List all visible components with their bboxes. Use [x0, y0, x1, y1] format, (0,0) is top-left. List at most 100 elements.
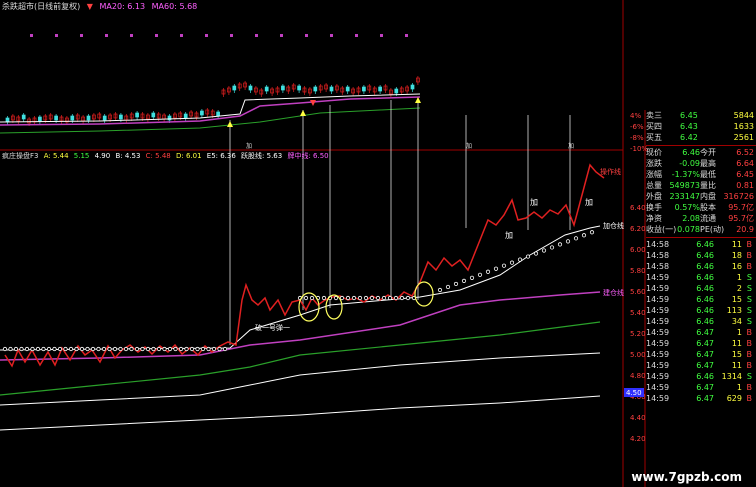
operator-dot	[357, 295, 363, 301]
price-scale-label: 5.80	[630, 267, 646, 275]
price-scale-label: 6.20	[630, 225, 646, 233]
top-scale-label: 4%	[630, 112, 641, 120]
stat-label: 内盘	[700, 192, 716, 201]
tick-volume: 2	[736, 284, 742, 293]
candle-body	[313, 86, 318, 92]
candle-body	[378, 86, 382, 92]
legend-mid: 牌中线: 6.50	[287, 152, 329, 160]
tick-price: 6.46	[696, 284, 714, 293]
top-scale-label: -8%	[630, 134, 644, 142]
candle-body	[394, 88, 399, 94]
tick-price: 6.47	[696, 328, 714, 337]
tick-price: 6.46	[696, 262, 714, 271]
candle-body	[5, 117, 10, 123]
tick-time: 14:58	[646, 251, 670, 260]
operator-dot	[24, 346, 30, 352]
tick-row: 14:59 6.46 1 S	[646, 272, 756, 283]
operator-dot	[321, 295, 327, 301]
tick-price: 6.47	[696, 383, 714, 392]
tick-side: B	[746, 328, 753, 337]
stat-value: 233147	[669, 192, 700, 201]
highlight-circle	[298, 292, 320, 322]
operator-dot	[189, 346, 195, 352]
operator-dot	[485, 269, 491, 274]
indicator-arrow-icon: ▼	[86, 2, 93, 11]
tick-volume: 11	[731, 361, 742, 370]
stat-value: 316726	[723, 192, 754, 201]
marker-top-2: 加	[466, 142, 472, 150]
tick-volume: 113	[726, 306, 742, 315]
tick-price: 6.47	[696, 350, 714, 359]
tick-time: 14:59	[646, 394, 670, 403]
add-position-line-label: 加仓线	[603, 221, 624, 230]
legend-d: D: 6.01	[175, 152, 202, 160]
tick-row: 14:59 6.46 113 S	[646, 305, 756, 316]
tick-time: 14:58	[646, 262, 670, 271]
stat-label: 总量	[646, 181, 662, 190]
tick-volume: 15	[731, 350, 742, 359]
mid-indicator-name: 疯庄操盘F3	[2, 152, 39, 160]
stat-label: 量比	[700, 181, 716, 190]
operator-dot	[112, 346, 118, 352]
tick-side: S	[746, 372, 752, 381]
price-highlight-label: 4.50	[626, 389, 642, 397]
tick-price: 6.46	[696, 306, 714, 315]
tick-time: 14:59	[646, 383, 670, 392]
signal-dot	[105, 34, 108, 37]
signal-dot	[330, 34, 333, 37]
stat-row: 外盘 233147 内盘 316726	[646, 191, 756, 202]
tick-volume: 11	[731, 240, 742, 249]
operator-dot	[517, 257, 523, 262]
tick-side: B	[746, 361, 753, 370]
operator-dot	[156, 346, 162, 352]
stat-value: 6.52	[736, 148, 754, 157]
operator-dot	[309, 295, 315, 301]
stat-label: 现价	[646, 148, 662, 157]
price-scale-label: 5.00	[630, 351, 646, 359]
candle-body	[329, 86, 334, 92]
legend-a2: 5.15	[73, 152, 90, 160]
operator-dot	[303, 295, 309, 301]
tick-row: 14:59 6.47 11 B	[646, 338, 756, 349]
operator-dot	[85, 346, 90, 352]
price-scale-label: 5.60	[630, 288, 646, 296]
stat-label: 换手	[646, 203, 662, 212]
order-book-row: 卖三 6.45 5844	[646, 110, 756, 121]
operator-dot	[541, 248, 547, 253]
operator-dot	[333, 295, 339, 301]
buy-arrow-icon	[415, 97, 421, 103]
operator-dot	[217, 346, 222, 352]
tick-row: 14:58 6.46 11 B	[646, 239, 756, 250]
tick-side: B	[746, 383, 753, 392]
tick-row: 14:58 6.46 18 B	[646, 250, 756, 261]
ask-volume: 5844	[733, 111, 754, 120]
candle-body	[410, 84, 415, 90]
candle-body	[362, 86, 366, 92]
chart-canvas[interactable]: 4%-6%-8%-10% 6.406.206.005.805.605.405.2…	[0, 0, 756, 487]
operator-dot	[41, 346, 46, 352]
signal-dot	[355, 34, 358, 37]
marker-top-1: 加	[246, 142, 252, 150]
tick-volume: 11	[731, 339, 742, 348]
signal-dot	[130, 34, 133, 37]
candle-body	[183, 113, 188, 119]
tick-time: 14:59	[646, 328, 670, 337]
operator-dot	[381, 295, 387, 301]
stat-value: 6.45	[736, 170, 754, 179]
watermark: www.7gpzb.com	[631, 470, 742, 484]
tick-volume: 629	[726, 394, 742, 403]
top-signal-dots	[30, 34, 408, 37]
tick-time: 14:59	[646, 361, 670, 370]
quote-stats: 现价 6.46 今开 6.52 涨跌 -0.09 最高 6.64 涨幅 -1.37% 最低 6.45 总…	[646, 147, 756, 235]
operator-dot	[173, 346, 178, 352]
price-scale-label: 6.00	[630, 246, 646, 254]
stat-label: 外盘	[646, 192, 662, 201]
stat-row: 涨跌 -0.09 最高 6.64	[646, 158, 756, 169]
price-scale-axis: 6.406.206.005.805.605.405.205.004.804.60…	[630, 204, 646, 443]
operator-dot	[63, 346, 68, 352]
operator-dot	[557, 242, 563, 247]
add-label-2: 加	[505, 230, 513, 240]
operator-dot	[469, 275, 475, 280]
legend-c: C: 5.48	[145, 152, 171, 160]
stat-row: 总量 549873 量比 0.81	[646, 180, 756, 191]
